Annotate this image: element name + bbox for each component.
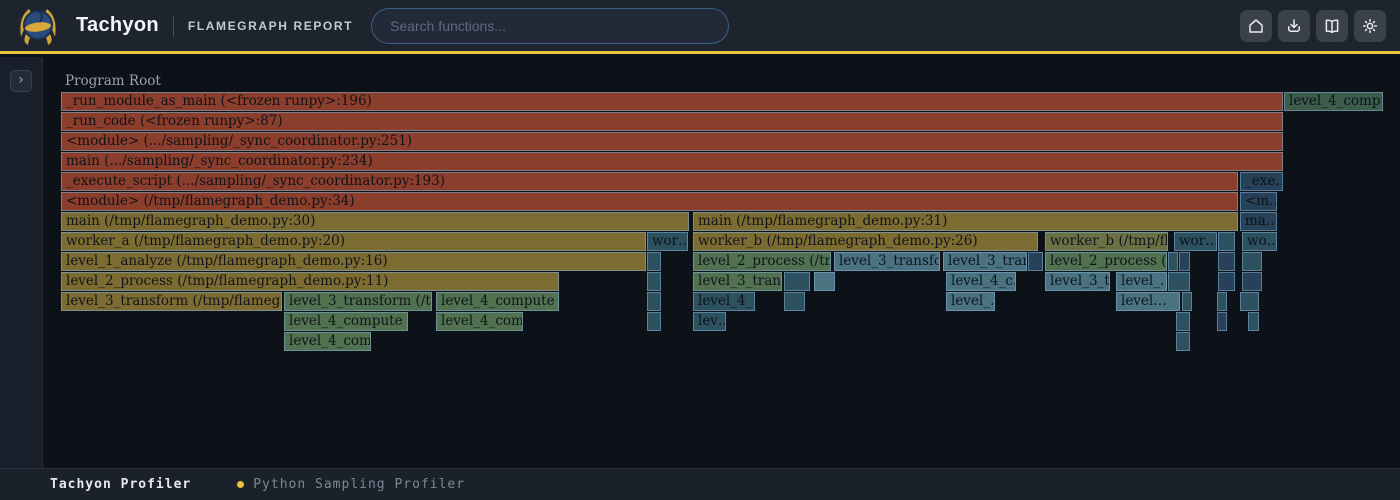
flame-frame[interactable]: level_… bbox=[946, 292, 995, 311]
flame-frame[interactable]: <m… bbox=[1240, 192, 1277, 211]
flame-frame[interactable]: level_3_transform… bbox=[834, 252, 940, 271]
tachyon-eagle-logo bbox=[16, 4, 60, 48]
flame-frame[interactable]: level_4_compute (/t… bbox=[436, 292, 559, 311]
flame-frame[interactable]: worker_b (/tmp/flame… bbox=[1045, 232, 1168, 251]
flame-frame-small[interactable] bbox=[647, 272, 661, 291]
flame-frame[interactable]: _execute_script (.../sampling/_sync_coor… bbox=[61, 172, 1238, 191]
flame-frame[interactable]: level_4_comput… bbox=[1284, 92, 1383, 111]
flamegraph-root-label: Program Root bbox=[65, 73, 161, 89]
flame-frame[interactable]: level_2_process (/tmp/fla… bbox=[693, 252, 831, 271]
flame-frame[interactable]: level_3_transform (/tmp/fl… bbox=[284, 292, 432, 311]
flame-frame[interactable]: level… bbox=[1116, 292, 1180, 311]
flame-frame-small[interactable] bbox=[1028, 252, 1043, 271]
flame-frame-small[interactable] bbox=[647, 252, 661, 271]
app-title: Tachyon bbox=[76, 14, 159, 37]
flame-frame[interactable]: <module> (/tmp/flamegraph_demo.py:34) bbox=[61, 192, 1238, 211]
home-button[interactable] bbox=[1240, 10, 1272, 42]
flame-frame-small[interactable] bbox=[1218, 272, 1235, 291]
flame-frame-small[interactable] bbox=[814, 272, 835, 291]
download-button[interactable] bbox=[1278, 10, 1310, 42]
flame-frame[interactable]: main (/tmp/flamegraph_demo.py:30) bbox=[61, 212, 689, 231]
docs-button[interactable] bbox=[1316, 10, 1348, 42]
flame-frame[interactable]: level_2_process (/tm… bbox=[1045, 252, 1167, 271]
flame-frame-small[interactable] bbox=[1176, 312, 1190, 331]
sidebar: › bbox=[0, 57, 43, 468]
flame-frame-small[interactable] bbox=[1176, 332, 1190, 351]
flame-frame[interactable]: main (/tmp/flamegraph_demo.py:31) bbox=[693, 212, 1238, 231]
flame-frame[interactable]: worker_b (/tmp/flamegraph_demo.py:26) bbox=[693, 232, 1038, 251]
search-input[interactable] bbox=[371, 8, 729, 44]
flame-frame[interactable]: _run_module_as_main (<frozen runpy>:196) bbox=[61, 92, 1283, 111]
flame-frame[interactable]: level_4_… bbox=[693, 292, 755, 311]
flame-frame[interactable]: lev… bbox=[693, 312, 726, 331]
flame-frame[interactable]: level_4_com… bbox=[284, 332, 371, 351]
flame-frame-small[interactable] bbox=[1218, 252, 1235, 271]
flame-frame[interactable]: _run_code (<frozen runpy>:87) bbox=[61, 112, 1283, 131]
flame-frame-small[interactable] bbox=[1217, 312, 1227, 331]
flame-frame[interactable]: wo… bbox=[1242, 232, 1277, 251]
chevron-right-icon: › bbox=[18, 72, 24, 88]
status-profiler-type: Python Sampling Profiler bbox=[253, 477, 465, 492]
sun-icon bbox=[1361, 17, 1379, 35]
flame-frame[interactable]: main (.../sampling/_sync_coordinator.py:… bbox=[61, 152, 1283, 171]
flame-frame-small[interactable] bbox=[1218, 232, 1235, 251]
flame-frame[interactable]: level_3_trans… bbox=[943, 252, 1027, 271]
flame-frame[interactable]: worker_a (/tmp/flamegraph_demo.py:20) bbox=[61, 232, 646, 251]
flame-frame[interactable]: wor… bbox=[647, 232, 688, 251]
book-icon bbox=[1323, 17, 1341, 35]
flame-frame-small[interactable] bbox=[1168, 252, 1178, 271]
status-bar: Tachyon Profiler Python Sampling Profile… bbox=[0, 468, 1400, 500]
flame-frame[interactable]: wor… bbox=[1174, 232, 1217, 251]
flame-frame-small[interactable] bbox=[1168, 272, 1190, 291]
flame-frame[interactable]: _exe… bbox=[1240, 172, 1283, 191]
status-app-name: Tachyon Profiler bbox=[50, 477, 191, 492]
flame-frame-small[interactable] bbox=[1242, 252, 1262, 271]
flame-frame[interactable]: level_… bbox=[1116, 272, 1167, 291]
flame-frame[interactable]: level_3_transform (/tmp/flamegraph_dem… bbox=[61, 292, 282, 311]
flame-frame-small[interactable] bbox=[1179, 252, 1190, 271]
flame-frame[interactable]: ma… bbox=[1240, 212, 1277, 231]
flame-frame[interactable]: level_4_compute (/t… bbox=[284, 312, 408, 331]
flame-frame-small[interactable] bbox=[1217, 292, 1227, 311]
status-dot-icon bbox=[237, 481, 244, 488]
flame-frame[interactable]: level_4_c… bbox=[946, 272, 1016, 291]
report-kind-label: FLAMEGRAPH REPORT bbox=[188, 19, 353, 33]
header-actions bbox=[1240, 10, 1386, 42]
flame-frame[interactable]: level_2_process (/tmp/flamegraph_demo.py… bbox=[61, 272, 559, 291]
flamegraph: Program Root _run_module_as_main (<froze… bbox=[0, 57, 1400, 468]
header-divider bbox=[173, 15, 174, 37]
flame-frame[interactable]: level_1_analyze (/tmp/flamegraph_demo.py… bbox=[61, 252, 646, 271]
flame-frame-small[interactable] bbox=[1242, 272, 1262, 291]
header: Tachyon FLAMEGRAPH REPORT bbox=[0, 0, 1400, 54]
flame-frame[interactable]: level_4_com… bbox=[436, 312, 523, 331]
sidebar-toggle-button[interactable]: › bbox=[10, 70, 32, 92]
search-wrap bbox=[371, 8, 729, 44]
flame-frame-small[interactable] bbox=[647, 292, 661, 311]
home-icon bbox=[1247, 17, 1265, 35]
flame-frame[interactable]: level_3_transf… bbox=[693, 272, 782, 291]
flame-frame[interactable]: <module> (.../sampling/_sync_coordinator… bbox=[61, 132, 1283, 151]
flame-frame[interactable]: level_3_tr… bbox=[1045, 272, 1110, 291]
flame-frame-small[interactable] bbox=[647, 312, 661, 331]
download-icon bbox=[1285, 17, 1303, 35]
flame-frame-small[interactable] bbox=[1182, 292, 1192, 311]
flame-frame-small[interactable] bbox=[784, 292, 805, 311]
flame-frame-small[interactable] bbox=[1240, 292, 1259, 311]
theme-button[interactable] bbox=[1354, 10, 1386, 42]
flame-frame-small[interactable] bbox=[784, 272, 810, 291]
flame-frame-small[interactable] bbox=[1248, 312, 1259, 331]
